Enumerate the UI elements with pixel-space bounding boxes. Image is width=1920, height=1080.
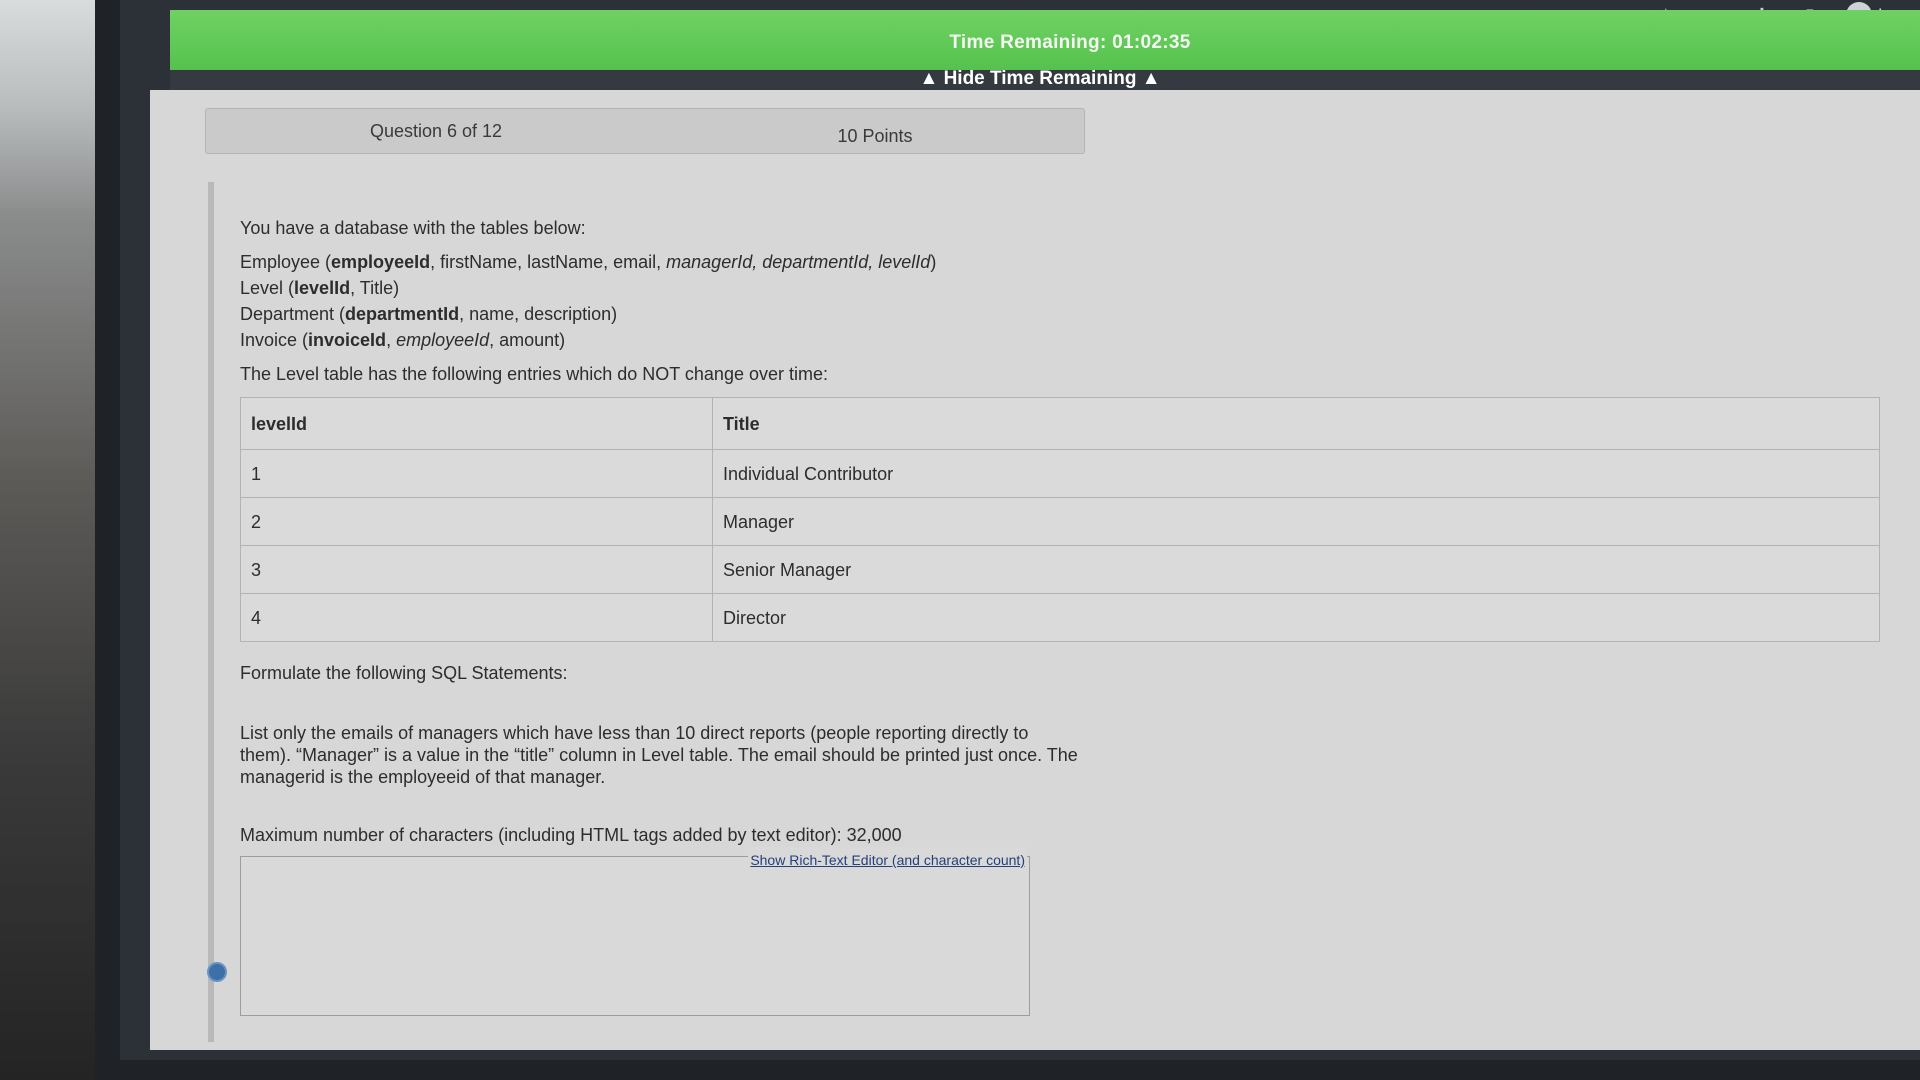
question-panel: Question 6 of 12 10 Points You have a da…: [150, 90, 1920, 1050]
time-remaining: Time Remaining: 01:02:35: [949, 32, 1191, 53]
formulate-text: Formulate the following SQL Statements:: [240, 663, 568, 683]
table-cell: Manager: [712, 497, 1880, 546]
table-cell: Individual Contributor: [712, 449, 1880, 498]
intro-text: You have a database with the tables belo…: [240, 218, 586, 238]
answer-textarea[interactable]: [241, 871, 1029, 1017]
schema-department: Department (departmentId, name, descript…: [240, 304, 618, 324]
max-characters-text: Maximum number of characters (including …: [240, 825, 902, 845]
answer-editor: Show Rich-Text Editor (and character cou…: [240, 847, 1030, 1017]
question-points: 10 Points: [837, 125, 913, 146]
left-rule: [208, 182, 214, 1042]
task-text: List only the emails of managers which h…: [240, 723, 1078, 787]
table-row: 3 Senior Manager: [240, 545, 1880, 594]
schema-employee: Employee (employeeId, firstName, lastNam…: [240, 252, 937, 272]
schema-level: Level (levelId, Title): [240, 278, 400, 298]
schema-list: Employee (employeeId, firstName, lastNam…: [240, 249, 1920, 353]
desk-edge: [0, 0, 95, 1080]
table-cell: Director: [712, 593, 1880, 642]
table-header-cell: Title: [712, 397, 1880, 450]
table-cell: 3: [240, 545, 713, 594]
question-header: Question 6 of 12 10 Points: [205, 108, 1085, 154]
question-number: Question 6 of 12: [369, 120, 503, 141]
table-row: 2 Manager: [240, 497, 1880, 546]
table-cell: 2: [240, 497, 713, 546]
table-cell: 4: [240, 593, 713, 642]
table-row: 4 Director: [240, 593, 1880, 642]
show-rich-text-editor-link[interactable]: Show Rich-Text Editor (and character cou…: [748, 847, 1027, 873]
question-body: You have a database with the tables belo…: [240, 215, 1920, 1017]
level-table: levelId Title 1 Individual Contributor 2…: [240, 397, 1880, 642]
mouse-cursor-icon: [207, 962, 227, 982]
screen: ☆ ᵁᴮ ✱ ▮ ◉ Inco Time Remaining: 01:02:35…: [120, 0, 1920, 1060]
table-header-cell: levelId: [240, 397, 713, 450]
table-cell: Senior Manager: [712, 545, 1880, 594]
schema-invoice: Invoice (invoiceId, employeeId, amount): [240, 330, 566, 350]
table-header-row: levelId Title: [240, 397, 1880, 450]
hide-time-remaining-button[interactable]: ▲ Hide Time Remaining ▲: [120, 68, 1920, 90]
table-cell: 1: [240, 449, 713, 498]
table-row: 1 Individual Contributor: [240, 449, 1880, 498]
table-intro: The Level table has the following entrie…: [240, 364, 828, 384]
